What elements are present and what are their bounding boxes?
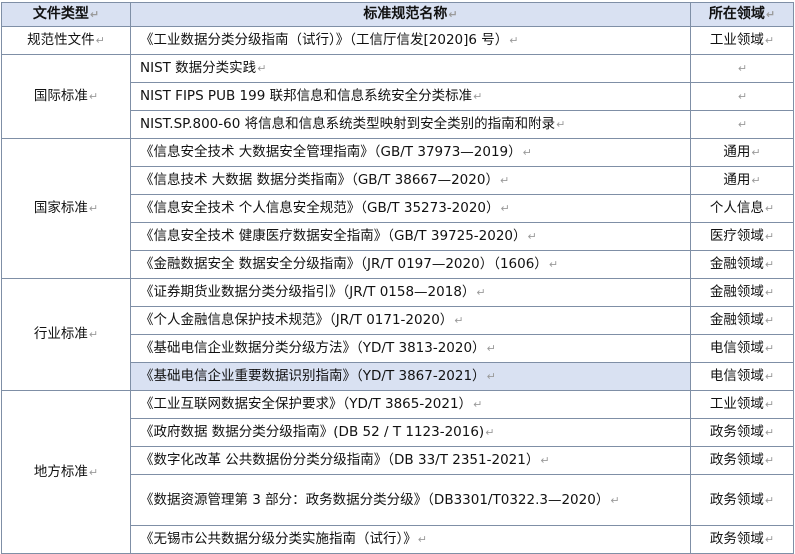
return-mark-icon: ↵ (764, 230, 775, 243)
standard-name-cell: 《工业数据分类分级指南（试行）》（工信厅信发[2020]6 号）↵ (130, 26, 691, 55)
standard-name-cell: 《个人金融信息保护技术规范》（JR/T 0171-2020）↵ (130, 306, 691, 335)
return-mark-icon: ↵ (764, 342, 775, 355)
return-mark-icon: ↵ (88, 328, 99, 341)
return-mark-icon: ↵ (88, 465, 99, 479)
return-mark-icon: ↵ (448, 8, 458, 21)
return-mark-icon: ↵ (473, 90, 483, 103)
return-mark-icon: ↵ (764, 202, 775, 215)
return-mark-icon: ↵ (556, 118, 566, 131)
domain-cell: 通用↵ (690, 138, 794, 167)
return-mark-icon: ↵ (417, 533, 427, 546)
domain-cell: 政务领域↵ (690, 418, 794, 447)
domain-cell: 工业领域↵ (690, 390, 794, 419)
domain-cell: ↵ (690, 110, 794, 139)
standard-name-cell: 《信息安全技术 个人信息安全规范》（GB/T 35273-2020）↵ (130, 194, 691, 223)
standard-name-cell: 《政府数据 数据分类分级指南》(DB 52 / T 1123-2016)↵ (130, 418, 691, 447)
domain-cell: 政务领域↵ (690, 525, 794, 554)
return-mark-icon: ↵ (610, 493, 620, 507)
standard-name-cell: NIST.SP.800-60 将信息和信息系统类型映射到安全类别的指南和附录↵ (130, 110, 691, 139)
standard-name-cell: 《证券期货业数据分类分级指引》（JR/T 0158—2018）↵ (130, 278, 691, 307)
return-mark-icon: ↵ (764, 258, 775, 271)
return-mark-icon: ↵ (95, 34, 105, 47)
return-mark-icon: ↵ (476, 286, 486, 299)
return-mark-icon: ↵ (764, 493, 775, 507)
return-mark-icon: ↵ (765, 8, 776, 21)
header-row: 文件类型↵ 标准规范名称↵ 所在领域↵ (1, 2, 794, 27)
standard-name-cell: 《金融数据安全 数据安全分级指南》（JR/T 0197—2020）（1606）↵ (130, 250, 691, 279)
return-mark-icon: ↵ (89, 8, 100, 21)
file-type-cell: 地方标准↵ (1, 390, 131, 554)
return-mark-icon: ↵ (737, 62, 748, 75)
return-mark-icon: ↵ (540, 454, 550, 467)
return-mark-icon: ↵ (486, 370, 496, 383)
table-row: 行业标准↵ 《证券期货业数据分类分级指引》（JR/T 0158—2018）↵ 金… (1, 278, 794, 391)
standard-name-cell: 《无锡市公共数据分级分类实施指南（试行）》↵ (130, 525, 691, 554)
domain-cell: 医疗领域↵ (690, 222, 794, 251)
return-mark-icon: ↵ (454, 314, 464, 327)
standards-table: 文件类型↵ 标准规范名称↵ 所在领域↵ 规范性文件↵ 《工业数据分类分级指南（试… (1, 2, 794, 554)
return-mark-icon: ↵ (88, 90, 99, 103)
table-row: 规范性文件↵ 《工业数据分类分级指南（试行）》（工信厅信发[2020]6 号）↵… (1, 26, 794, 55)
domain-cell: ↵ (690, 54, 794, 83)
file-type-cell: 国际标准↵ (1, 54, 131, 139)
standard-name-cell: NIST FIPS PUB 199 联邦信息和信息系统安全分类标准↵ (130, 82, 691, 111)
return-mark-icon: ↵ (548, 258, 559, 271)
standard-name-cell: 《基础电信企业重要数据识别指南》（YD/T 3867-2021）↵ (130, 362, 691, 391)
return-mark-icon: ↵ (527, 230, 537, 243)
domain-cell: 金融领域↵ (690, 306, 794, 335)
standard-name-cell: 《信息技术 大数据 数据分类指南》（GB/T 38667—2020）↵ (130, 166, 691, 195)
standard-name-cell: NIST 数据分类实践↵ (130, 54, 691, 83)
table-row: 国家标准↵ 《信息安全技术 大数据安全管理指南》（GB/T 37973—2019… (1, 138, 794, 279)
domain-cell: 政务领域↵ (690, 474, 794, 526)
return-mark-icon: ↵ (737, 118, 748, 131)
header-domain: 所在领域↵ (690, 2, 794, 27)
return-mark-icon: ↵ (522, 146, 532, 159)
return-mark-icon: ↵ (764, 454, 775, 467)
return-mark-icon: ↵ (764, 286, 775, 299)
domain-cell: 通用↵ (690, 166, 794, 195)
return-mark-icon: ↵ (764, 34, 775, 47)
file-type-cell: 国家标准↵ (1, 138, 131, 279)
return-mark-icon: ↵ (764, 314, 775, 327)
return-mark-icon: ↵ (764, 426, 775, 439)
table-row: 地方标准↵ 《工业互联网数据安全保护要求》（YD/T 3865-2021）↵ 工… (1, 390, 794, 554)
standard-name-cell: 《数字化改革 公共数据份分类分级指南》（DB 33/T 2351-2021）↵ (130, 446, 691, 475)
domain-cell: 工业领域↵ (690, 26, 794, 55)
domain-cell: 政务领域↵ (690, 446, 794, 475)
return-mark-icon: ↵ (764, 398, 775, 411)
return-mark-icon: ↵ (509, 34, 519, 47)
standard-name-cell: 《数据资源管理第 3 部分：政务数据分类分级》（DB3301/T0322.3—2… (130, 474, 691, 526)
domain-cell: 金融领域↵ (690, 278, 794, 307)
return-mark-icon: ↵ (473, 398, 483, 411)
domain-cell: 个人信息↵ (690, 194, 794, 223)
return-mark-icon: ↵ (499, 174, 510, 187)
return-mark-icon: ↵ (486, 342, 496, 355)
domain-cell: ↵ (690, 82, 794, 111)
return-mark-icon: ↵ (751, 174, 761, 187)
domain-cell: 金融领域↵ (690, 250, 794, 279)
return-mark-icon: ↵ (751, 146, 761, 159)
return-mark-icon: ↵ (257, 62, 267, 75)
return-mark-icon: ↵ (764, 533, 775, 546)
header-standard-name: 标准规范名称↵ (130, 2, 691, 27)
header-file-type: 文件类型↵ (1, 2, 131, 27)
standard-name-cell: 《基础电信企业数据分类分级方法》（YD/T 3813-2020）↵ (130, 334, 691, 363)
standard-name-cell: 《信息安全技术 大数据安全管理指南》（GB/T 37973—2019）↵ (130, 138, 691, 167)
return-mark-icon: ↵ (485, 426, 495, 439)
return-mark-icon: ↵ (500, 202, 510, 215)
file-type-cell: 行业标准↵ (1, 278, 131, 391)
return-mark-icon: ↵ (737, 90, 748, 103)
file-type-cell: 规范性文件↵ (1, 26, 131, 55)
domain-cell: 电信领域↵ (690, 362, 794, 391)
standard-name-cell: 《工业互联网数据安全保护要求》（YD/T 3865-2021）↵ (130, 390, 691, 419)
return-mark-icon: ↵ (764, 370, 775, 383)
standard-name-cell: 《信息安全技术 健康医疗数据安全指南》（GB/T 39725-2020）↵ (130, 222, 691, 251)
table-row: 国际标准↵ NIST 数据分类实践↵ ↵ (1, 54, 794, 139)
domain-cell: 电信领域↵ (690, 334, 794, 363)
return-mark-icon: ↵ (88, 202, 99, 215)
